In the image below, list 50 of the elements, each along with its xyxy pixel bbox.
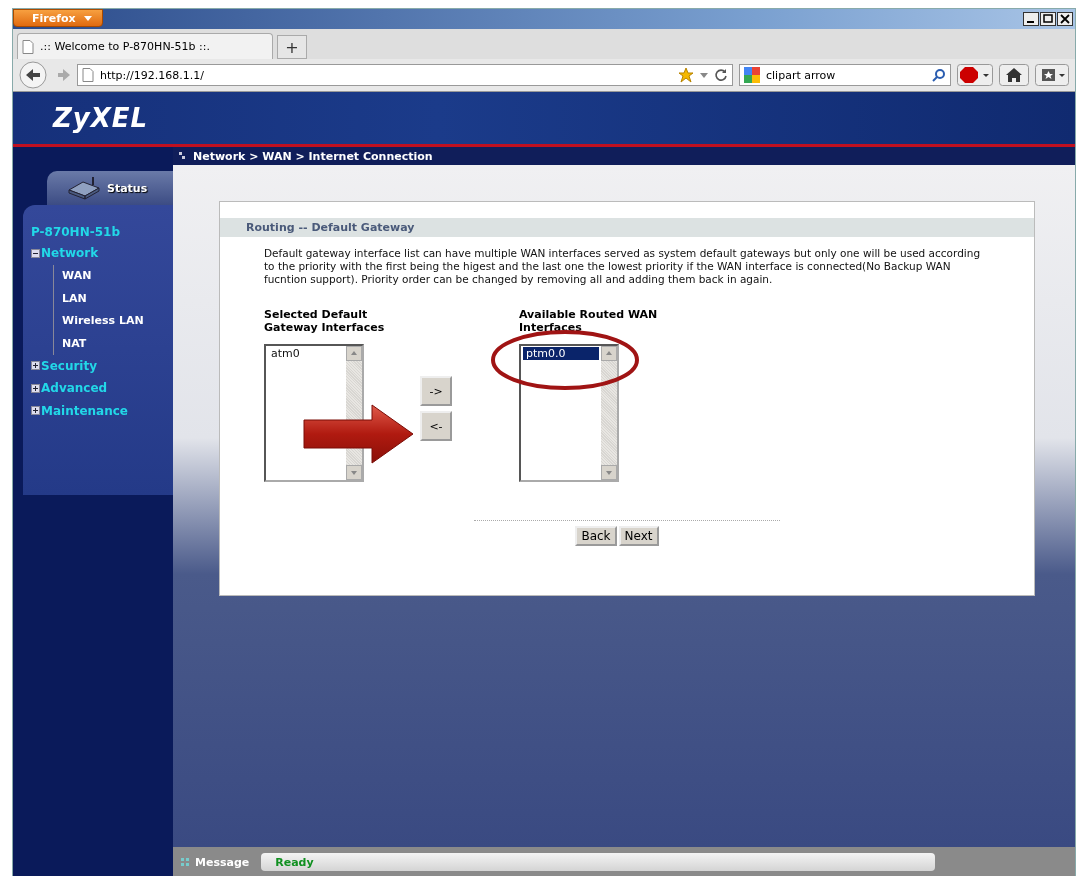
- page-icon: [22, 39, 34, 54]
- browser-tab[interactable]: .:: Welcome to P-870HN-51b ::.: [17, 33, 273, 59]
- maximize-icon[interactable]: [1040, 12, 1056, 26]
- submenu-item[interactable]: NAT: [53, 332, 87, 355]
- star-icon[interactable]: [678, 67, 694, 83]
- close-icon[interactable]: [1057, 12, 1073, 26]
- tree-toggle-icon: [31, 383, 40, 393]
- new-tab-button[interactable]: +: [277, 35, 307, 59]
- adblock-icon[interactable]: [957, 64, 993, 86]
- zyxel-logo: ZyXEL: [53, 103, 149, 133]
- list-heading: Available Routed WAN Interfaces: [519, 308, 659, 336]
- message-field: Ready: [261, 853, 936, 871]
- list-option[interactable]: ptm0.0: [523, 347, 599, 360]
- description-text: Default gateway interface list can have multiple WAN interfaces served as system default gateways but only one will be used according to the priority with the first being the higest and the last one the lowest priority if the WAN interface is connected(No Backup WAN fucntion support). Priority order can be changed by removing all and adding them back in again.: [264, 247, 982, 286]
- menu-item[interactable]: Maintenance: [31, 399, 128, 422]
- message-label: Message: [195, 855, 250, 869]
- menu-item[interactable]: Security: [31, 354, 98, 377]
- menu-item[interactable]: Network: [31, 242, 99, 265]
- device-name: P-870HN-51b: [31, 225, 121, 239]
- move-button[interactable]: ->: [420, 376, 452, 406]
- submenu-item[interactable]: Wireless LAN: [53, 309, 144, 332]
- tree-toggle-icon: [31, 361, 40, 371]
- submenu-item[interactable]: WAN: [53, 264, 92, 287]
- search-icon[interactable]: [932, 68, 946, 82]
- status-tab[interactable]: Status: [47, 171, 173, 205]
- bookmarks-icon[interactable]: [1035, 64, 1069, 86]
- home-icon[interactable]: [999, 64, 1029, 86]
- search-engine-icon: [744, 67, 760, 83]
- tree-toggle-icon: [31, 248, 40, 258]
- menu-item[interactable]: Advanced: [31, 377, 108, 400]
- address-field[interactable]: http://192.168.1.1/: [77, 64, 733, 86]
- move-button[interactable]: <-: [420, 411, 452, 441]
- minimize-icon[interactable]: [1023, 12, 1039, 26]
- list-option[interactable]: atm0: [268, 347, 344, 360]
- submenu-item[interactable]: LAN: [53, 287, 87, 310]
- router-icon: [67, 176, 101, 200]
- list-box[interactable]: ptm0.0: [519, 344, 619, 482]
- reload-icon[interactable]: [714, 68, 728, 82]
- bullet-icon: [179, 151, 187, 161]
- list-heading: Selected Default Gateway Interfaces: [264, 308, 386, 336]
- tree-toggle-icon: [31, 406, 40, 416]
- nav-button[interactable]: Back: [575, 526, 617, 546]
- breadcrumb: Network > WAN > Internet Connection: [193, 149, 433, 163]
- nav-button[interactable]: Next: [618, 526, 659, 546]
- page-icon: [82, 68, 94, 82]
- caret-icon: [83, 15, 92, 21]
- dots-icon: [181, 858, 189, 866]
- search-field[interactable]: clipart arrow: [739, 64, 951, 86]
- section-title: Routing -- Default Gateway: [220, 218, 1034, 237]
- dropdown-icon: [700, 72, 708, 78]
